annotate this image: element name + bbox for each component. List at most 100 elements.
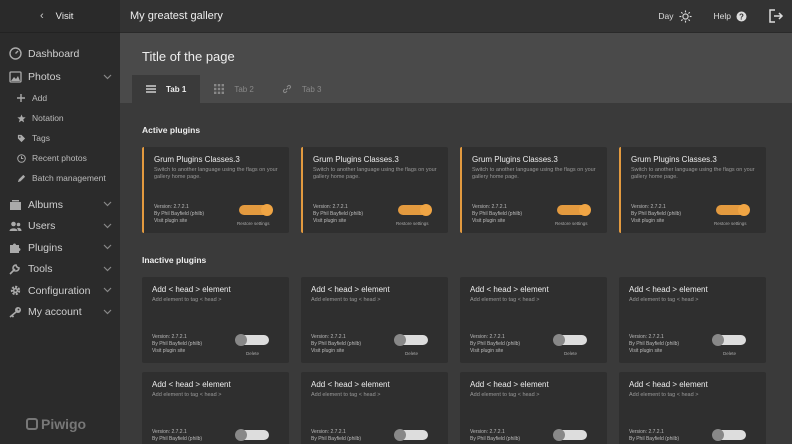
plugin-toggle[interactable] [553, 334, 587, 346]
tab-3[interactable]: Tab 3 [268, 75, 336, 103]
day-mode-toggle[interactable]: Day [658, 9, 692, 23]
plugin-version: Version: 2.7.2.1 [313, 204, 348, 210]
toggle-knob [553, 429, 565, 441]
plugin-site-link[interactable]: Visit plugin site [313, 218, 363, 225]
plugin-site-link[interactable]: Visit plugin site [631, 218, 681, 225]
photos-icon [8, 70, 22, 84]
restore-settings-link[interactable]: Restore settings [237, 221, 270, 226]
sidebar-item-tools[interactable]: Tools [0, 259, 120, 281]
toggle-knob [420, 204, 432, 216]
sidebar-subitem-add[interactable]: Add [0, 88, 120, 108]
list-icon [146, 85, 156, 93]
sidebar-item-plugins[interactable]: Plugins [0, 237, 120, 259]
plugin-author: By Phil Bayfield (philb) [629, 436, 680, 442]
plugin-site-link[interactable]: Visit plugin site [154, 218, 204, 225]
restore-settings-link[interactable]: Restore settings [714, 221, 747, 226]
sidebar-item-my-account[interactable]: My account [0, 302, 120, 324]
day-label: Day [658, 11, 674, 21]
plugin-toggle[interactable] [394, 334, 428, 346]
plugin-version: Version: 2.7.2.1 [629, 429, 664, 435]
albums-icon [8, 198, 22, 212]
tab-2[interactable]: Tab 2 [200, 75, 268, 103]
plugin-description: Add element to tag < head > [311, 392, 381, 398]
plugin-author: By Phil Bayfield (philb) [631, 211, 682, 217]
sidebar-item-dashboard[interactable]: Dashboard [0, 43, 120, 65]
visit-link[interactable]: ‹ Visit [0, 0, 120, 33]
toggle-knob [261, 204, 273, 216]
plugin-toggle[interactable] [394, 429, 428, 441]
plugin-toggle[interactable] [716, 204, 750, 216]
visit-label: Visit [55, 10, 74, 22]
sidebar-item-label: Tools [28, 263, 53, 276]
delete-link[interactable]: Delete [723, 351, 736, 356]
inactive-plugin-card: Add < head > element Add element to tag … [301, 277, 448, 363]
tab-1[interactable]: Tab 1 [132, 75, 201, 103]
plugin-meta: Version: 2.7.2.1 By Phil Bayfield (philb… [311, 429, 361, 443]
plugin-version: Version: 2.7.2.1 [472, 204, 507, 210]
piwigo-logo-icon [26, 418, 38, 430]
sidebar-subitem-label: Add [32, 93, 48, 103]
plugin-version: Version: 2.7.2.1 [311, 429, 346, 435]
plugin-description: Add element to tag < head > [629, 297, 699, 303]
plugin-meta: Version: 2.7.2.1 By Phil Bayfield (philb… [311, 334, 361, 355]
app-window: ‹ Visit Dashboard Photos Add Notation Ta… [0, 0, 792, 444]
restore-settings-link[interactable]: Restore settings [555, 221, 588, 226]
plugin-title: Add < head > element [311, 380, 390, 389]
plugin-title: Add < head > element [470, 380, 549, 389]
sidebar: ‹ Visit Dashboard Photos Add Notation Ta… [0, 0, 120, 444]
plugin-toggle[interactable] [235, 429, 269, 441]
help-button[interactable]: Help ? [714, 11, 747, 22]
plugin-site-link[interactable]: Visit plugin site [472, 218, 522, 225]
sidebar-item-label: My account [28, 306, 82, 319]
plugin-toggle[interactable] [235, 334, 269, 346]
restore-settings-link[interactable]: Restore settings [396, 221, 429, 226]
gallery-title: My greatest gallery [130, 10, 223, 22]
plugin-toggle[interactable] [712, 334, 746, 346]
inactive-plugin-card: Add < head > element Add element to tag … [619, 372, 766, 444]
plugin-version: Version: 2.7.2.1 [629, 334, 664, 340]
plugin-site-link[interactable]: Visit plugin site [629, 348, 679, 355]
delete-link[interactable]: Delete [246, 351, 259, 356]
sidebar-subitem-notation[interactable]: Notation [0, 108, 120, 128]
plugin-site-link[interactable]: Visit plugin site [311, 348, 361, 355]
plugin-description: Switch to another language using the fla… [631, 167, 755, 181]
plugin-toggle[interactable] [553, 429, 587, 441]
inactive-plugin-card: Add < head > element Add element to tag … [619, 277, 766, 363]
toggle-knob [579, 204, 591, 216]
inactive-plugins-heading: Inactive plugins [142, 255, 207, 265]
delete-link[interactable]: Delete [405, 351, 418, 356]
plugin-toggle[interactable] [398, 204, 432, 216]
sidebar-subitem-batch-management[interactable]: Batch management [0, 168, 120, 188]
plugin-toggle[interactable] [557, 204, 591, 216]
page-title: Title of the page [142, 49, 235, 64]
plugin-description: Add element to tag < head > [152, 297, 222, 303]
logout-icon[interactable] [769, 9, 784, 23]
tab-label: Tab 2 [234, 84, 254, 94]
wrench-icon [8, 262, 22, 276]
plugin-version: Version: 2.7.2.1 [152, 334, 187, 340]
sidebar-item-configuration[interactable]: Configuration [0, 280, 120, 302]
plugin-site-link[interactable]: Visit plugin site [152, 348, 202, 355]
plugin-version: Version: 2.7.2.1 [154, 204, 189, 210]
sidebar-subitem-tags[interactable]: Tags [0, 128, 120, 148]
plugin-toggle[interactable] [239, 204, 273, 216]
sidebar-item-label: Photos [28, 71, 61, 84]
plugin-meta: Version: 2.7.2.1 By Phil Bayfield (philb… [152, 334, 202, 355]
plugin-site-link[interactable]: Visit plugin site [470, 348, 520, 355]
chevron-down-icon [103, 287, 112, 293]
plugin-toggle[interactable] [712, 429, 746, 441]
active-plugin-card: Grum Plugins Classes.3 Switch to another… [142, 147, 289, 233]
active-plugin-card: Grum Plugins Classes.3 Switch to another… [460, 147, 607, 233]
plugin-version: Version: 2.7.2.1 [470, 334, 505, 340]
sidebar-item-albums[interactable]: Albums [0, 194, 120, 216]
logo-text: Piwigo [41, 416, 87, 432]
plugin-meta: Version: 2.7.2.1 By Phil Bayfield (philb… [313, 204, 363, 225]
active-plugin-card: Grum Plugins Classes.3 Switch to another… [301, 147, 448, 233]
plus-icon [16, 93, 26, 103]
sidebar-item-photos[interactable]: Photos [0, 67, 120, 89]
sidebar-subitem-recent-photos[interactable]: Recent photos [0, 148, 120, 168]
sidebar-item-users[interactable]: Users [0, 216, 120, 238]
sidebar-subitem-label: Tags [32, 133, 50, 143]
delete-link[interactable]: Delete [564, 351, 577, 356]
plugin-description: Add element to tag < head > [311, 297, 381, 303]
